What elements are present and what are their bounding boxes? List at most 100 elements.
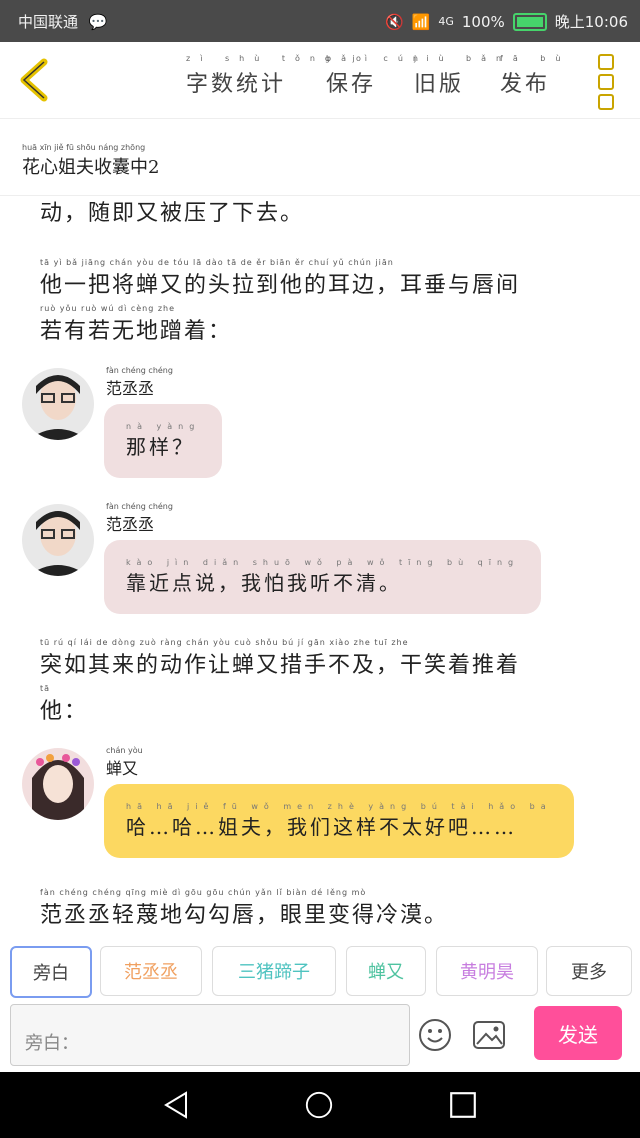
paragraph-text: 突如其来的动作让蝉又措手不及，干笑着推着 (40, 653, 521, 678)
old-version-button[interactable]: jiù bǎn 旧版 (414, 54, 501, 98)
role-chan-you[interactable]: 蝉又 (346, 946, 426, 996)
carrier-label: 中国联通 💬 (18, 11, 107, 32)
chevron-left-icon (20, 58, 48, 102)
chat-message[interactable]: chán yòu 蝉又 hā hā jiě fū wǒ men zhè yàng… (22, 746, 622, 866)
carrier-text: 中国联通 (18, 13, 79, 31)
chat-bubble[interactable]: hā hā jiě fū wǒ men zhè yàng bú tài hǎo … (104, 784, 574, 858)
role-label: 黄明昊 (460, 962, 514, 983)
story-content[interactable]: 动，随即又被压了下去。 tā yì bǎ jiāng chán yòu de t… (0, 196, 640, 926)
speaker-label: 范丞丞 (106, 379, 155, 398)
role-sanzhu-tizi[interactable]: 三猪蹄子 (212, 946, 336, 996)
menu-dot-icon (598, 74, 614, 90)
back-triangle-icon[interactable] (162, 1090, 192, 1120)
chapter-title-bar[interactable]: huā xīn jiě fū shōu náng zhōng 花心姐夫收囊中2 (0, 119, 640, 196)
old-version-label: 旧版 (414, 72, 465, 97)
bubble-text: 靠近点说，我怕我听不清。 (126, 571, 402, 595)
word-count-button[interactable]: zì shù tǒng jì 字数统计 (186, 54, 367, 98)
send-label: 发送 (558, 1022, 598, 1047)
avatar (22, 368, 94, 440)
paragraph-pinyin: tā yì bǎ jiāng chán yòu de tóu lā dào tā… (40, 258, 394, 267)
back-button[interactable] (16, 56, 52, 104)
role-more[interactable]: 更多 (546, 946, 632, 996)
avatar-fan-chengcheng (22, 368, 94, 440)
avatar (22, 748, 94, 820)
speaker-name: fàn chéng chéng 范丞丞 (106, 366, 173, 399)
android-nav-bar (0, 1072, 640, 1138)
chat-bubble[interactable]: nà yàng 那样？ (104, 404, 223, 478)
status-right: 🔇 📶 4G 100% 晚上10:06 (385, 11, 628, 32)
speaker-pinyin: fàn chéng chéng (106, 502, 173, 511)
story-paragraph[interactable]: fàn chéng chéng qīng miè dì gōu gōu chún… (40, 888, 600, 926)
paragraph-pinyin: ruò yǒu ruò wú dì cèng zhe (40, 304, 176, 313)
bubble-pinyin: hā hā jiě fū wǒ men zhè yàng bú tài hǎo … (126, 802, 552, 811)
paragraph-text: 范丞丞轻蔑地勾勾唇，眼里变得冷漠。 (40, 903, 449, 926)
story-paragraph[interactable]: tā yì bǎ jiāng chán yòu de tóu lā dào tā… (40, 258, 600, 350)
chat-bubble[interactable]: kào jìn diǎn shuō wǒ pà wǒ tīng bù qīng … (104, 540, 542, 614)
mute-icon: 🔇 (384, 12, 404, 31)
chat-message[interactable]: fàn chéng chéng 范丞丞 nà yàng 那样？ (22, 366, 622, 486)
bubble-text: 哈…哈…姐夫，我们这样不太好吧…… (126, 815, 517, 839)
word-count-label: 字数统计 (186, 72, 287, 97)
role-label: 三猪蹄子 (238, 962, 310, 983)
editor-toolbar: zì shù tǒng jì 字数统计 bǎo cún 保存 jiù bǎn 旧… (0, 42, 640, 119)
paragraph-pinyin: tū rú qí lái de dòng zuò ràng chán yòu c… (40, 638, 409, 647)
avatar-chan-you (22, 748, 94, 820)
role-label: 范丞丞 (124, 962, 178, 983)
smiley-icon (419, 1019, 451, 1051)
role-narrator[interactable]: 旁白 (10, 946, 92, 998)
home-circle-icon[interactable] (304, 1090, 334, 1120)
menu-dot-icon (598, 94, 614, 110)
clock: 晚上10:06 (554, 13, 628, 31)
paragraph-text: 动，随即又被压了下去。 (40, 201, 305, 226)
speaker-name: chán yòu 蝉又 (106, 746, 143, 779)
paragraph-pinyin: fàn chéng chéng qīng miè dì gōu gōu chún… (40, 888, 367, 897)
role-label: 更多 (571, 962, 607, 983)
emoji-button[interactable] (418, 1018, 452, 1052)
publish-button[interactable]: fā bù 发布 (500, 54, 560, 98)
message-input[interactable]: 旁白： (10, 1004, 410, 1066)
battery-icon (512, 12, 547, 31)
story-paragraph[interactable]: tū rú qí lái de dòng zuò ràng chán yòu c… (40, 638, 600, 730)
role-selector: 旁白 范丞丞 三猪蹄子 蝉又 黄明昊 更多 (0, 946, 640, 1002)
paragraph-text: 若有若无地蹭着： (40, 319, 233, 344)
role-huang-minghao[interactable]: 黄明昊 (436, 946, 538, 996)
recents-square-icon[interactable] (448, 1090, 478, 1120)
image-button[interactable] (472, 1018, 506, 1052)
save-label: 保存 (326, 72, 377, 97)
speaker-label: 蝉又 (106, 759, 139, 778)
role-fan-chengcheng[interactable]: 范丞丞 (100, 946, 202, 996)
save-pinyin: bǎo cún (326, 54, 428, 63)
more-menu-button[interactable] (598, 54, 614, 110)
role-label: 蝉又 (368, 962, 404, 983)
save-button[interactable]: bǎo cún 保存 (326, 54, 418, 98)
status-bar: 中国联通 💬 🔇 📶 4G 100% 晚上10:06 (0, 0, 640, 42)
story-paragraph[interactable]: 动，随即又被压了下去。 (40, 196, 600, 232)
speaker-pinyin: fàn chéng chéng (106, 366, 173, 375)
publish-pinyin: fā bù (500, 54, 571, 63)
avatar-fan-chengcheng (22, 504, 94, 576)
word-count-pinyin: zì shù tǒng jì (186, 54, 377, 63)
old-version-pinyin: jiù bǎn (414, 54, 512, 63)
wechat-icon: 💬 (88, 13, 108, 31)
publish-label: 发布 (500, 72, 551, 97)
network-label: 4G (438, 15, 454, 28)
bubble-text: 那样？ (126, 435, 195, 459)
chapter-title[interactable]: 花心姐夫收囊中2 (22, 153, 159, 179)
bubble-pinyin: nà yàng (126, 422, 201, 431)
paragraph-pinyin: tā (40, 684, 51, 693)
image-icon (473, 1021, 505, 1049)
role-label: 旁白 (33, 963, 69, 984)
menu-dot-icon (598, 54, 614, 70)
battery-percent: 100% (461, 12, 505, 31)
avatar (22, 504, 94, 576)
send-button[interactable]: 发送 (534, 1006, 622, 1060)
wifi-icon: 📶 (411, 12, 431, 31)
paragraph-text: 他： (40, 699, 89, 724)
chat-message[interactable]: fàn chéng chéng 范丞丞 kào jìn diǎn shuō wǒ… (22, 502, 622, 622)
input-placeholder: 旁白： (25, 1033, 79, 1054)
speaker-label: 范丞丞 (106, 515, 155, 534)
speaker-pinyin: chán yòu (106, 746, 143, 755)
speaker-name: fàn chéng chéng 范丞丞 (106, 502, 173, 535)
bubble-pinyin: kào jìn diǎn shuō wǒ pà wǒ tīng bù qīng (126, 558, 520, 567)
compose-bar: 旁白： 发送 (0, 1004, 640, 1072)
